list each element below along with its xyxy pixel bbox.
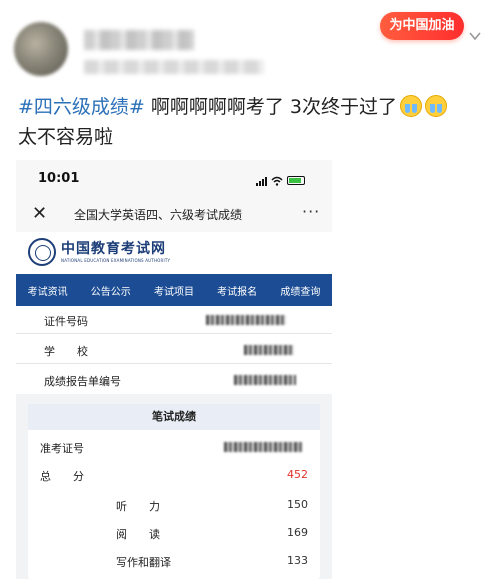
info-row-school: 学 校 [16,336,332,364]
listening-score: 150 [287,498,308,511]
post-text: #四六级成绩# 啊啊啊啊啊考了 3次终于过了 太不容易啦 [18,92,488,152]
school-masked [244,345,294,355]
username-blurred[interactable] [84,30,194,50]
reading-score: 169 [287,526,308,539]
school-label: 学 校 [44,345,88,358]
total-score: 452 [287,468,308,481]
site-nav: 考试资讯 公告公示 考试项目 考试报名 成绩查询 [16,274,332,306]
id-number-label: 证件号码 [44,315,88,328]
more-icon[interactable]: ··· [302,202,320,221]
chevron-down-icon[interactable] [468,28,482,42]
status-time: 10:01 [38,171,80,186]
site-header: 中国教育考试网 NATIONAL EDUCATION EXAMINATIONS … [16,232,332,274]
site-logo-text: 中国教育考试网 [61,241,166,257]
hashtag-link[interactable]: #四六级成绩# [18,96,145,118]
ticket-masked [224,442,302,452]
nav-item-registration[interactable]: 考试报名 [217,283,257,298]
info-row-report: 成绩报告单编号 [16,366,332,394]
page-title: 全国大学英语四、六级考试成绩 [74,208,243,222]
writing-label: 写作和翻译 [116,556,171,569]
crying-face-icon [400,95,423,117]
score-row-total: 总 分 452 [28,462,320,488]
post-header: 为中国加油 [0,0,500,95]
support-badge[interactable]: 为中国加油 [380,12,464,40]
site-logo-subtext: NATIONAL EDUCATION EXAMINATIONS AUTHORIT… [61,258,171,263]
score-row-ticket: 准考证号 [28,434,320,460]
candidate-info-card: 证件号码 学 校 成绩报告单编号 [16,306,332,394]
avatar[interactable] [14,22,68,76]
site-logo-icon [28,238,56,266]
nav-item-notices[interactable]: 公告公示 [91,283,131,298]
status-bar: 10:01 [16,160,332,196]
reading-label: 阅 读 [116,528,160,541]
nav-item-score-query[interactable]: 成绩查询 [280,283,320,298]
total-label: 总 分 [40,470,84,483]
score-row-writing: 写作和翻译 133 [28,548,320,574]
id-number-masked [206,315,286,325]
post-text-line1: 啊啊啊啊啊考了 3次终于过了 [144,96,398,118]
wifi-icon [271,171,283,190]
score-card: 笔试成绩 准考证号 总 分 452 听 力 150 阅 读 169 写作和翻译 … [28,404,320,579]
report-number-label: 成绩报告单编号 [44,375,121,388]
battery-icon [287,176,305,185]
score-card-heading: 笔试成绩 [28,404,320,430]
post-text-line2: 太不容易啦 [18,126,114,148]
close-icon[interactable]: ✕ [32,205,47,223]
writing-score: 133 [287,554,308,567]
post-meta-blurred [84,60,264,74]
crying-face-icon [425,95,448,117]
score-row-listening: 听 力 150 [28,492,320,518]
attached-screenshot[interactable]: 10:01 ✕ 全国大学英语四、六级考试成绩 ··· 中国教育考试网 NATIO… [16,160,332,579]
signal-icon [256,176,267,186]
score-row-reading: 阅 读 169 [28,520,320,546]
ticket-label: 准考证号 [40,442,84,455]
report-number-masked [234,375,296,385]
nav-item-news[interactable]: 考试资讯 [28,283,68,298]
nav-item-exams[interactable]: 考试项目 [154,283,194,298]
listening-label: 听 力 [116,500,160,513]
browser-titlebar: ✕ 全国大学英语四、六级考试成绩 ··· [16,196,332,232]
status-icons [256,171,305,190]
info-row-id: 证件号码 [16,306,332,334]
